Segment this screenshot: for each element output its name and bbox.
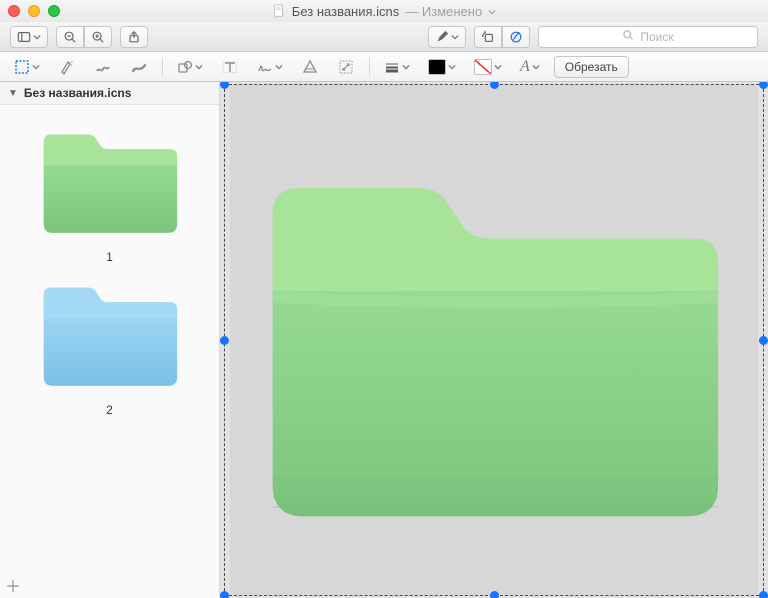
chevron-down-icon	[275, 60, 283, 74]
zoom-out-button[interactable]	[56, 26, 84, 48]
line-style-tool[interactable]	[380, 56, 414, 78]
toolbar-separator	[162, 58, 163, 76]
window-traffic-lights	[8, 5, 60, 17]
chevron-down-icon	[451, 30, 459, 44]
selection-handle[interactable]	[759, 336, 768, 345]
text-style-tool[interactable]: A	[516, 56, 544, 78]
thumbnail-label: 2	[22, 403, 197, 417]
chevron-down-icon	[195, 60, 203, 74]
canvas-area[interactable]	[220, 82, 768, 598]
main-toolbar: Поиск	[0, 22, 768, 52]
search-icon	[622, 29, 634, 44]
sidebar-toggle-button[interactable]	[10, 26, 48, 48]
thumbnail-label: 1	[22, 250, 197, 264]
thumbnail-item[interactable]: 1	[0, 115, 219, 268]
chevron-down-icon	[32, 60, 40, 74]
add-page-button[interactable]: ＋	[4, 576, 22, 594]
zoom-in-button[interactable]	[84, 26, 112, 48]
minimize-window-button[interactable]	[28, 5, 40, 17]
selection-handle[interactable]	[220, 591, 229, 598]
selection-handle[interactable]	[220, 82, 229, 89]
markup-pen-button[interactable]	[428, 26, 466, 48]
search-input[interactable]: Поиск	[538, 26, 758, 48]
thumbnail-preview	[22, 274, 197, 395]
markup-toolbar-toggle[interactable]	[502, 26, 530, 48]
sidebar-header-label: Без названия.icns	[24, 86, 132, 100]
stroke-color-tool[interactable]	[424, 56, 460, 78]
chevron-down-icon	[33, 30, 41, 44]
window-title-modified: — Изменено	[405, 4, 482, 19]
adjust-color-tool[interactable]	[297, 56, 323, 78]
chevron-down-icon	[494, 60, 502, 74]
sketch-tool[interactable]	[90, 56, 116, 78]
document-icon	[272, 4, 286, 18]
crop-button[interactable]: Обрезать	[554, 56, 629, 78]
draw-tool[interactable]	[126, 56, 152, 78]
search-placeholder: Поиск	[640, 30, 673, 44]
sign-tool[interactable]	[253, 56, 287, 78]
adjust-size-tool[interactable]	[333, 56, 359, 78]
fill-color-tool[interactable]	[470, 56, 506, 78]
zoom-window-button[interactable]	[48, 5, 60, 17]
thumbnail-preview	[22, 121, 197, 242]
share-button[interactable]	[120, 26, 148, 48]
sidebar-header[interactable]: ▼ Без названия.icns	[0, 82, 219, 105]
rotate-button[interactable]	[474, 26, 502, 48]
chevron-down-icon	[448, 60, 456, 74]
chevron-down-icon	[402, 60, 410, 74]
shapes-tool[interactable]	[173, 56, 207, 78]
window-titlebar: Без названия.icns — Изменено	[0, 0, 768, 22]
toolbar-separator	[369, 58, 370, 76]
selection-handle[interactable]	[759, 591, 768, 598]
thumbnail-item[interactable]: 2	[0, 268, 219, 421]
instant-alpha-tool[interactable]	[54, 56, 80, 78]
black-swatch	[428, 59, 446, 75]
crop-button-label: Обрезать	[565, 60, 618, 74]
selection-handle[interactable]	[220, 336, 229, 345]
thumbnails-sidebar: ▼ Без названия.icns	[0, 82, 220, 598]
letter-a-icon: A	[520, 58, 530, 76]
text-tool[interactable]	[217, 56, 243, 78]
disclosure-triangle-icon[interactable]: ▼	[8, 88, 18, 99]
selection-marquee[interactable]	[224, 84, 764, 596]
selection-handle[interactable]	[759, 82, 768, 89]
window-title: Без названия.icns — Изменено	[0, 4, 768, 19]
selection-handle[interactable]	[490, 591, 499, 598]
no-fill-swatch	[474, 59, 492, 75]
close-window-button[interactable]	[8, 5, 20, 17]
selection-handle[interactable]	[490, 82, 499, 89]
work-area: ▼ Без названия.icns	[0, 82, 768, 598]
thumbnails-list: 1 2	[0, 105, 219, 598]
rect-select-tool[interactable]	[10, 56, 44, 78]
markup-toolbar: A Обрезать	[0, 52, 768, 82]
window-title-filename: Без названия.icns	[292, 4, 399, 19]
chevron-down-icon	[532, 60, 540, 74]
title-dropdown-icon[interactable]	[488, 4, 496, 19]
